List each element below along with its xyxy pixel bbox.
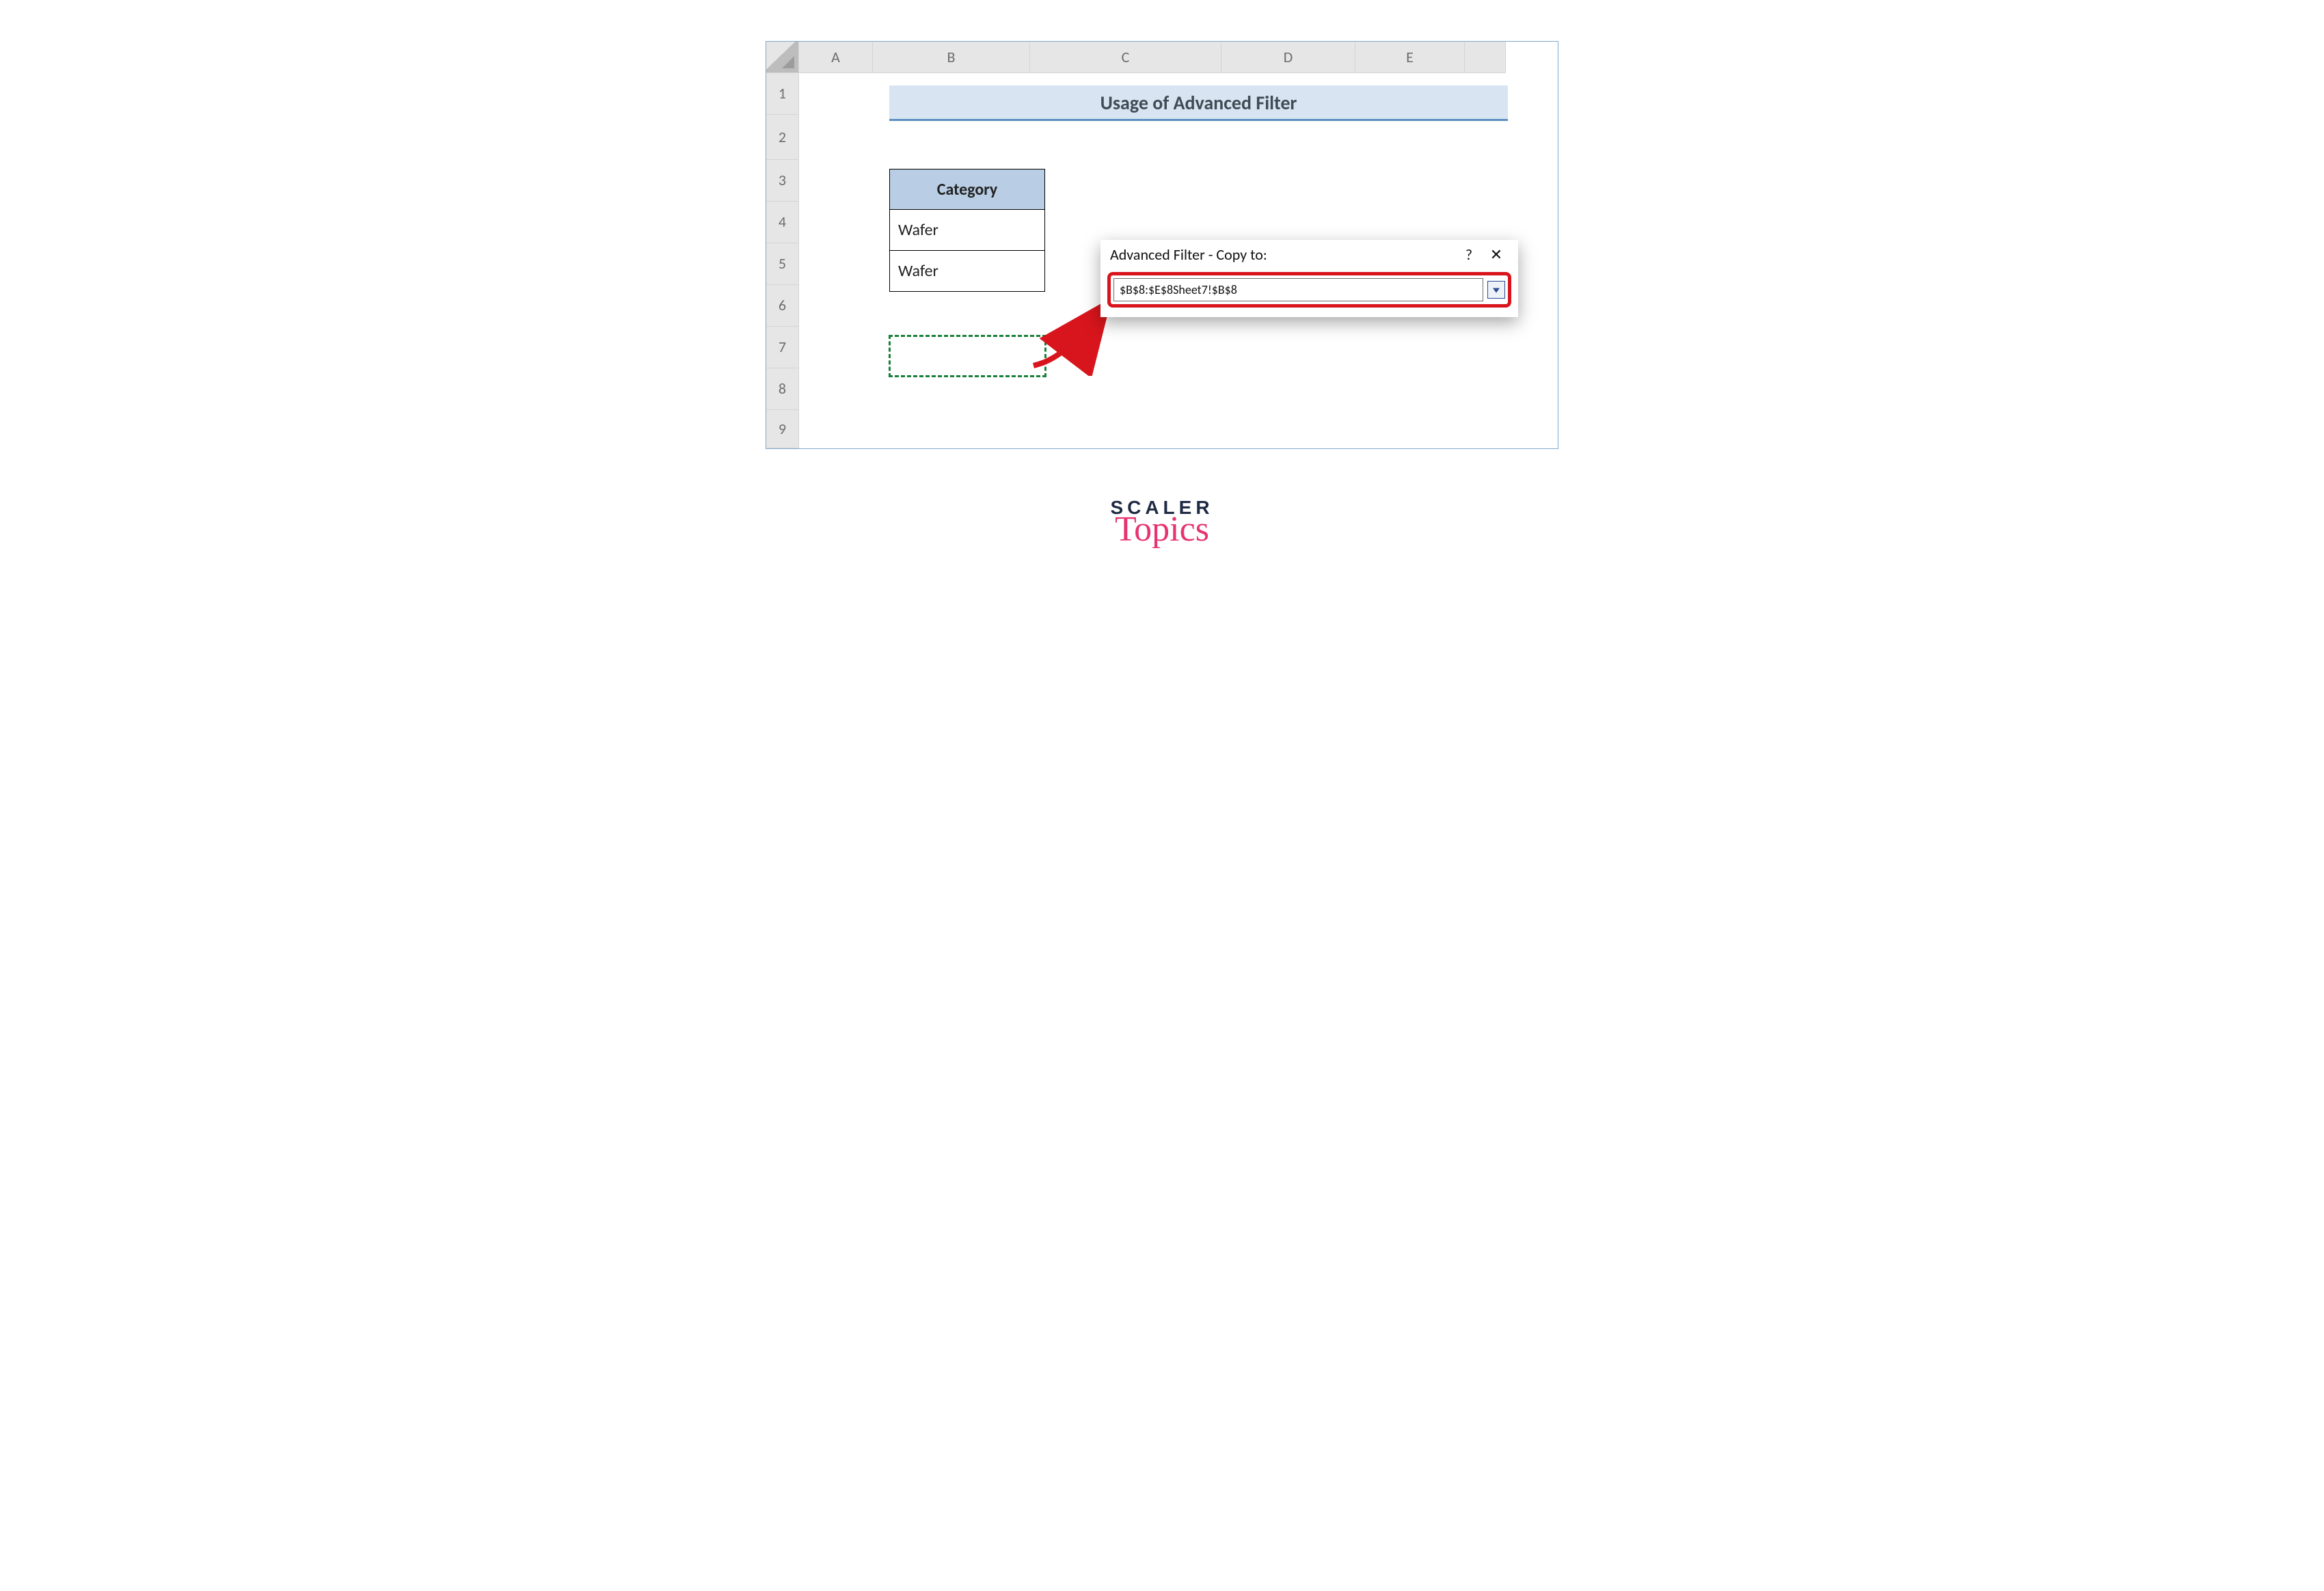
row-header-7[interactable]: 7	[766, 327, 799, 368]
collapse-dialog-icon[interactable]	[1487, 281, 1505, 299]
dialog-close-button[interactable]: ✕	[1483, 245, 1510, 264]
cell[interactable]	[1030, 368, 1221, 409]
criteria-table: Category Wafer Wafer	[889, 169, 1045, 292]
cell[interactable]	[1465, 160, 1506, 201]
col-header-spill	[1465, 42, 1506, 73]
dialog-help-button[interactable]: ?	[1455, 245, 1483, 264]
cell[interactable]	[1221, 115, 1355, 160]
cell[interactable]	[1355, 368, 1465, 409]
row-header-1[interactable]: 1	[766, 73, 799, 115]
cell[interactable]	[1355, 327, 1465, 368]
copy-to-range-input[interactable]	[1113, 278, 1483, 301]
highlighted-input-area	[1107, 272, 1511, 308]
cell[interactable]	[1030, 160, 1221, 201]
col-header-C[interactable]: C	[1030, 42, 1221, 73]
logo-text-bottom: Topics	[1110, 512, 1213, 547]
cell[interactable]	[1030, 410, 1221, 448]
cell[interactable]	[799, 115, 873, 160]
row-header-4[interactable]: 4	[766, 202, 799, 243]
cell[interactable]	[1355, 160, 1465, 201]
sheet-title: Usage of Advanced Filter	[889, 85, 1508, 121]
col-header-D[interactable]: D	[1221, 42, 1355, 73]
criteria-header[interactable]: Category	[889, 169, 1045, 210]
cell[interactable]	[799, 410, 873, 448]
excel-window: A B C D E 1 2 3 4 5 6 7 8 9 Usage of Adv…	[766, 41, 1558, 449]
cell[interactable]	[799, 368, 873, 409]
cell[interactable]	[799, 202, 873, 243]
cell[interactable]	[1465, 202, 1506, 243]
col-header-B[interactable]: B	[873, 42, 1030, 73]
cell[interactable]	[1355, 410, 1465, 448]
cell[interactable]	[1355, 115, 1465, 160]
cell[interactable]	[1465, 115, 1506, 160]
cell[interactable]	[1030, 115, 1221, 160]
cell[interactable]	[799, 327, 873, 368]
criteria-value[interactable]: Wafer	[889, 251, 1045, 292]
cell[interactable]	[873, 115, 1030, 160]
cell[interactable]	[1465, 368, 1506, 409]
criteria-value[interactable]: Wafer	[889, 210, 1045, 251]
col-header-A[interactable]: A	[799, 42, 873, 73]
row-header-9[interactable]: 9	[766, 410, 799, 448]
select-all-corner[interactable]	[766, 42, 799, 73]
row-header-5[interactable]: 5	[766, 243, 799, 285]
cell[interactable]	[1221, 368, 1355, 409]
advanced-filter-copyto-dialog[interactable]: Advanced Filter - Copy to: ? ✕	[1100, 240, 1518, 317]
row-header-3[interactable]: 3	[766, 160, 799, 202]
cell[interactable]	[1221, 327, 1355, 368]
dialog-title: Advanced Filter - Copy to:	[1110, 245, 1267, 264]
cell[interactable]	[1030, 202, 1221, 243]
cell[interactable]	[799, 243, 873, 284]
cell[interactable]	[799, 285, 873, 326]
cell[interactable]	[799, 73, 873, 114]
cell[interactable]	[1030, 327, 1221, 368]
selection-marquee	[889, 335, 1046, 377]
row-header-8[interactable]: 8	[766, 368, 799, 410]
cell[interactable]	[1465, 327, 1506, 368]
dialog-titlebar[interactable]: Advanced Filter - Copy to: ? ✕	[1100, 240, 1518, 268]
cell[interactable]	[1355, 202, 1465, 243]
cell[interactable]	[799, 160, 873, 201]
cell[interactable]	[1221, 202, 1355, 243]
brand-logo: SCALER Topics	[1110, 497, 1213, 547]
cell[interactable]	[1465, 410, 1506, 448]
col-header-E[interactable]: E	[1355, 42, 1465, 73]
row-header-2[interactable]: 2	[766, 115, 799, 160]
cell[interactable]	[1221, 160, 1355, 201]
cell[interactable]	[873, 410, 1030, 448]
cell[interactable]	[1221, 410, 1355, 448]
row-header-6[interactable]: 6	[766, 285, 799, 327]
